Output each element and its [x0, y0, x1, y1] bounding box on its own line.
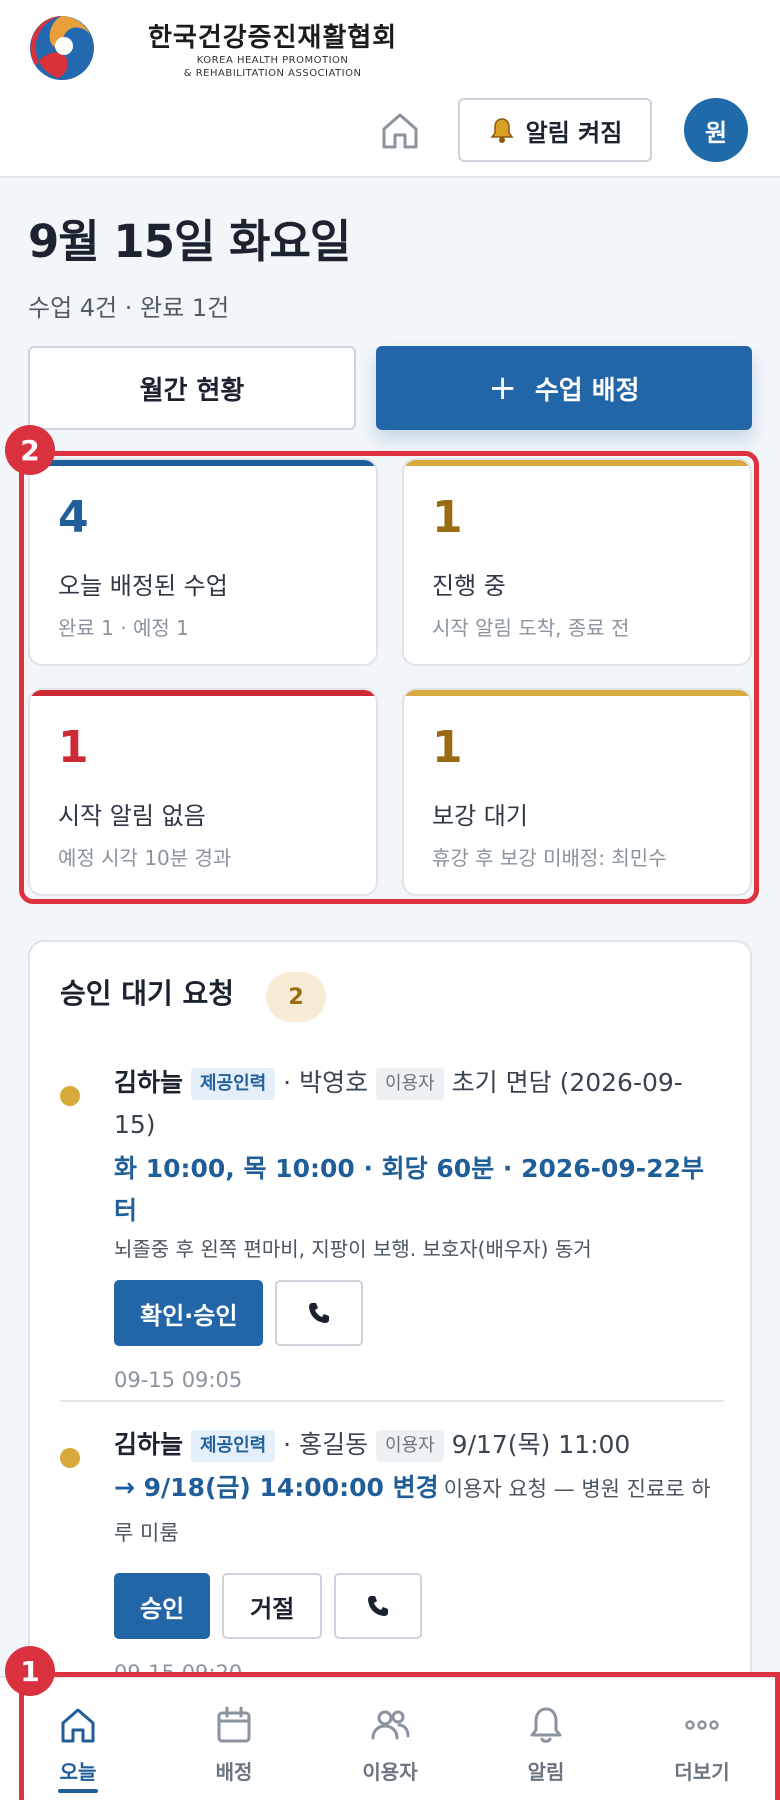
brand-name-en-1: KOREA HEALTH PROMOTION — [196, 54, 349, 66]
user-avatar[interactable]: 원 — [684, 98, 748, 162]
call-button[interactable] — [275, 1280, 364, 1346]
staff-name: 김하늘 — [114, 1068, 184, 1097]
bell-icon — [490, 118, 514, 143]
brand-name-ko: 한국건강증진재활협회 — [148, 22, 398, 53]
change-request: → 9/18(금) 14:00:00 변경 — [114, 1473, 439, 1502]
staff-tag: 제공인력 — [190, 1068, 276, 1100]
approval-count-badge: 2 — [266, 972, 326, 1022]
call-button[interactable] — [334, 1573, 423, 1639]
request-schedule: 화 10:00, 목 10:00 · 회당 60분 · 2026-09-22부터 — [114, 1154, 704, 1225]
brand-wordmark: 한국건강증진재활협회 KOREA HEALTH PROMOTION & REHA… — [148, 17, 397, 80]
request-divider — [60, 1400, 724, 1402]
pending-status-dot — [60, 1448, 80, 1468]
stats-highlight-badge: 2 — [5, 425, 55, 475]
home-icon — [382, 113, 418, 149]
stats-highlight-frame — [19, 451, 759, 904]
nav-highlight-badge: 1 — [5, 1646, 55, 1696]
approve-button[interactable]: 승인 — [114, 1573, 211, 1639]
day-summary: 수업 4건 · 완료 1건 — [28, 294, 230, 322]
reject-button[interactable]: 거절 — [222, 1573, 323, 1639]
approval-panel: 승인 대기 요청 2 김하늘 제공인력 · 박영호 이용자 초기 면담 (202… — [28, 940, 752, 1700]
phone-icon — [368, 1596, 389, 1616]
approval-title: 승인 대기 요청 — [60, 977, 235, 1010]
confirm-approve-button[interactable]: 확인·승인 — [114, 1280, 264, 1346]
home-button[interactable] — [379, 111, 421, 151]
request-header: 김하늘 제공인력 · 박영호 이용자 초기 면담 (2026-09-15) — [114, 1062, 714, 1146]
client-name: · 박영호 — [283, 1068, 369, 1097]
staff-tag: 제공인력 — [190, 1430, 276, 1462]
app-header: 한국건강증진재활협회 KOREA HEALTH PROMOTION & REHA… — [0, 0, 780, 178]
assign-class-button[interactable]: + 수업 배정 — [376, 346, 752, 430]
monthly-status-label: 월간 현황 — [139, 375, 245, 406]
plus-icon: + — [488, 368, 517, 408]
page-title: 9월 15일 화요일 — [28, 215, 351, 268]
staff-name: 김하늘 — [114, 1430, 184, 1459]
client-tag: 이용자 — [376, 1430, 444, 1462]
phone-icon — [309, 1303, 330, 1323]
request-time: 09-15 09:05 — [114, 1368, 243, 1392]
original-slot: 9/17(목) 11:00 — [451, 1430, 631, 1459]
brand-name-en-2: & REHABILITATION ASSOCIATION — [183, 67, 362, 79]
nav-highlight-frame — [19, 1672, 780, 1800]
assign-class-label: 수업 배정 — [534, 375, 640, 406]
request-note: 뇌졸중 후 왼쪽 편마비, 지팡이 보행. 보호자(배우자) 동거 — [114, 1237, 592, 1261]
brand-logo[interactable]: 한국건강증진재활협회 KOREA HEALTH PROMOTION & REHA… — [28, 14, 397, 82]
monthly-status-button[interactable]: 월간 현황 — [28, 346, 356, 430]
alarm-toggle-button[interactable]: 알림 켜짐 — [458, 98, 652, 162]
pending-status-dot — [60, 1086, 80, 1106]
alarm-label: 알림 켜짐 — [525, 118, 623, 147]
request-header: 김하늘 제공인력 · 홍길동 이용자 9/17(목) 11:00 — [114, 1424, 714, 1466]
client-tag: 이용자 — [376, 1068, 444, 1100]
client-name: · 홍길동 — [283, 1430, 369, 1459]
association-emblem-icon — [30, 16, 94, 80]
